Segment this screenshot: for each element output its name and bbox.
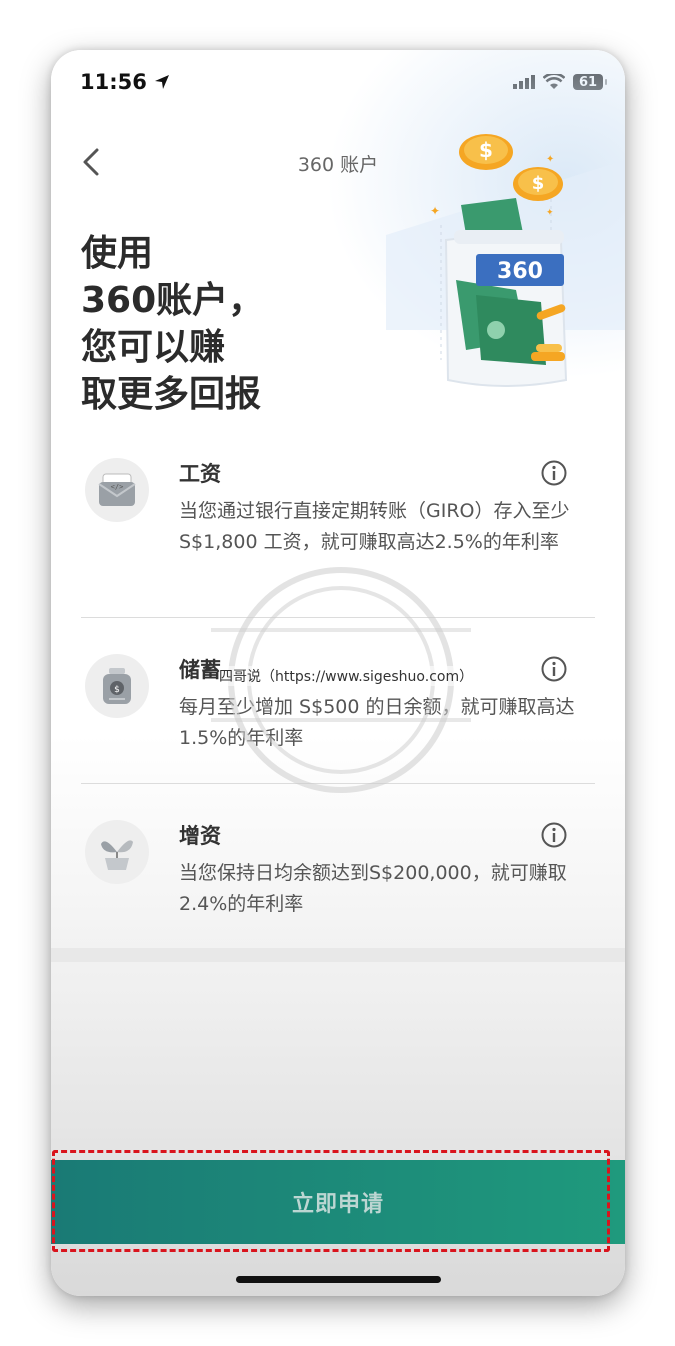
feature-description: 当您保持日均余额达到S$200,000，就可赚取2.4%的年利率 [179,862,567,915]
page-title: 360 账户 [297,154,379,176]
svg-text:✦: ✦ [546,208,554,218]
section-band [51,948,625,962]
apply-now-button[interactable]: 立即申请 [51,1160,625,1244]
savings-jar-icon: $ [85,654,149,718]
watermark-text: 四哥说（https://www.sigeshuo.com） [219,666,474,686]
divider [81,783,595,784]
info-icon[interactable] [541,656,567,682]
jar-label: 360 [497,259,543,284]
divider [81,617,595,618]
feature-description: 每月至少增加 S$500 的日余额，就可赚取高达1.5%的年利率 [179,696,575,749]
salary-envelope-icon: </> [85,458,149,522]
feature-title: 储蓄 [179,658,221,682]
status-time: 11:56 [80,70,171,94]
phone-screen: 11:56 61 $ $ ✦ ✦ ✦ [51,50,625,1296]
feature-description: 当您通过银行直接定期转账（GIRO）存入至少 S$1,800 工资，就可赚取高达… [179,500,570,553]
location-arrow-icon [154,75,169,89]
svg-text:✦: ✦ [430,204,440,218]
info-icon[interactable] [541,822,567,848]
home-indicator [236,1276,441,1283]
info-icon[interactable] [541,460,567,486]
plant-sprout-icon [85,820,149,884]
hero-headline: 使用 360账户， 您可以赚 取更多回报 [81,233,265,415]
feature-title: 工资 [179,462,221,486]
feature-title: 增资 [179,824,221,848]
svg-text:$: $ [114,685,120,695]
svg-text:</>: </> [111,483,124,491]
